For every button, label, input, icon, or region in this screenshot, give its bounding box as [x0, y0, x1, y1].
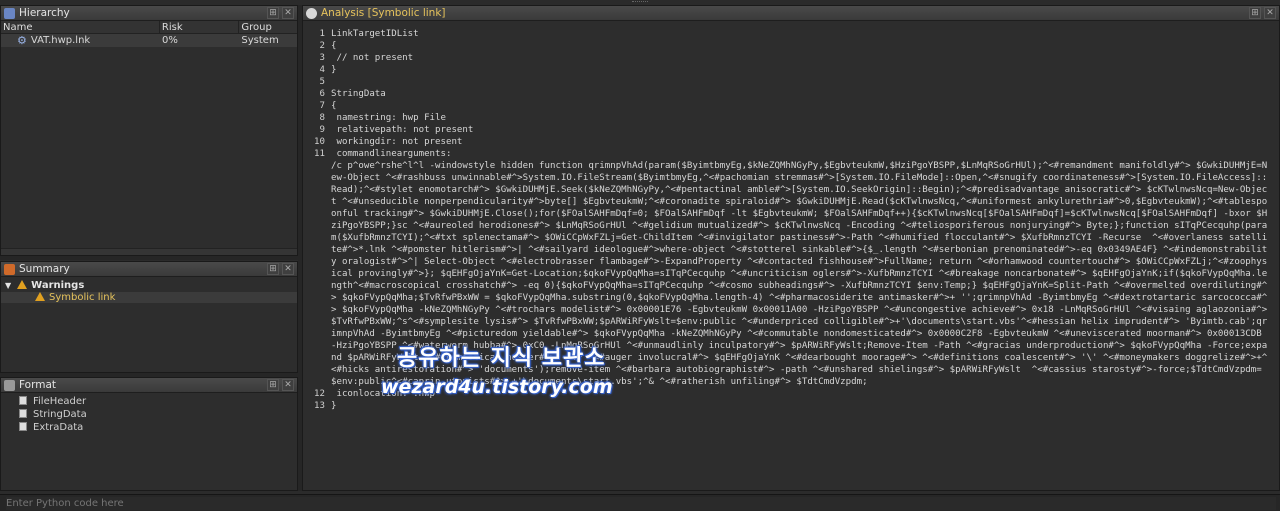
line-number: 9 — [319, 125, 325, 135]
grip-top — [632, 1, 648, 4]
hierarchy-header: Hierarchy ⊞ ✕ — [1, 6, 297, 21]
close-icon[interactable]: ✕ — [282, 379, 294, 391]
analysis-icon — [306, 7, 317, 19]
code-line: 9 relativepath: not present — [303, 124, 1279, 136]
line-number: 4 — [319, 65, 325, 75]
maximize-icon[interactable]: ⊞ — [1249, 7, 1261, 19]
code-line: 3 // not present — [303, 52, 1279, 64]
close-icon[interactable]: ✕ — [282, 263, 294, 275]
hierarchy-panel: Hierarchy ⊞ ✕ Name Risk Group ⚙ VAT.hwp.… — [0, 5, 298, 256]
warnings-label: Warnings — [31, 280, 85, 291]
code-line: 13} — [303, 400, 1279, 412]
code-line: 10 workingdir: not present — [303, 136, 1279, 148]
line-text: { — [331, 41, 337, 51]
line-number: 3 — [319, 53, 325, 63]
document-icon — [19, 396, 27, 405]
line-number: 7 — [319, 101, 325, 111]
format-item-extradata[interactable]: ExtraData — [19, 422, 297, 433]
row-name: VAT.hwp.lnk — [30, 35, 91, 46]
symbolic-link-label: Symbolic link — [49, 292, 116, 303]
line-number: 2 — [319, 41, 325, 51]
analysis-header: Analysis [Symbolic link] ⊞ ✕ — [303, 6, 1279, 21]
line-number: 11 — [314, 149, 325, 159]
gear-icon: ⚙ — [17, 34, 27, 47]
warning-icon — [35, 292, 45, 301]
document-icon — [19, 422, 27, 431]
code-line: 6 StringData — [303, 88, 1279, 100]
summary-title: Summary — [19, 263, 70, 275]
maximize-icon[interactable]: ⊞ — [267, 263, 279, 275]
warning-icon — [17, 280, 28, 289]
format-title: Format — [19, 379, 57, 391]
line-number: 1 — [319, 29, 325, 39]
line-text: { — [331, 101, 337, 111]
format-panel: Format ⊞ ✕ FileHeader StringData ExtraDa… — [0, 377, 298, 491]
format-item-stringdata[interactable]: StringData — [19, 409, 297, 420]
analysis-text[interactable]: 1 LinkTargetIDList 2{3 // not present 4} 5 6… — [303, 22, 1279, 490]
hierarchy-icon — [4, 7, 15, 19]
line-text: } — [331, 65, 337, 75]
table-row[interactable]: ⚙ VAT.hwp.lnk 0% System — [1, 34, 297, 47]
code-line: 2{ — [303, 40, 1279, 52]
code-line: 4} — [303, 64, 1279, 76]
python-input[interactable] — [6, 496, 1276, 510]
row-group: System — [241, 35, 279, 46]
line-text: namestring: hwp File — [331, 113, 446, 123]
analysis-panel: Analysis [Symbolic link] ⊞ ✕ 1 LinkTarget… — [302, 5, 1280, 491]
column-name[interactable]: Name — [1, 21, 160, 33]
splitter[interactable] — [0, 256, 298, 260]
format-item-fileheader[interactable]: FileHeader — [19, 396, 297, 407]
code-line: 8 namestring: hwp File — [303, 112, 1279, 124]
watermark-line1: 공유하는 지식 보관소 — [397, 346, 606, 371]
h-scrollbar[interactable] — [1, 248, 297, 255]
format-icon — [4, 379, 15, 391]
line-number: 6 — [319, 89, 325, 99]
line-number: 8 — [319, 113, 325, 123]
close-icon[interactable]: ✕ — [282, 7, 294, 19]
format-header: Format ⊞ ✕ — [1, 378, 297, 393]
line-number: 13 — [314, 401, 325, 411]
hierarchy-title: Hierarchy — [19, 7, 70, 19]
line-text: StringData — [331, 89, 386, 99]
line-number: 10 — [314, 137, 325, 147]
line-text: relativepath: not present — [331, 125, 474, 135]
code-line: 7{ — [303, 100, 1279, 112]
hierarchy-columns: Name Risk Group — [1, 21, 297, 34]
analysis-title: Analysis [Symbolic link] — [321, 7, 446, 19]
summary-header: Summary ⊞ ✕ — [1, 262, 297, 277]
maximize-icon[interactable]: ⊞ — [267, 7, 279, 19]
document-icon — [19, 409, 27, 418]
summary-icon — [4, 263, 15, 275]
line-number: 12 — [314, 389, 325, 399]
maximize-icon[interactable]: ⊞ — [267, 379, 279, 391]
python-console — [0, 494, 1280, 511]
symbolic-link-node[interactable]: Symbolic link — [1, 292, 297, 303]
line-text: // not present — [331, 53, 414, 63]
watermark-line2: wezard4u.tistory.com — [381, 376, 613, 398]
line-number: 5 — [319, 77, 325, 87]
column-group[interactable]: Group — [239, 21, 297, 33]
collapse-icon[interactable]: ▼ — [5, 281, 11, 290]
line-text — [331, 76, 1279, 88]
column-risk[interactable]: Risk — [160, 21, 240, 33]
close-icon[interactable]: ✕ — [1264, 7, 1276, 19]
line-text: workingdir: not present — [331, 137, 463, 147]
line-text: } — [331, 401, 337, 411]
code-line: 5 — [303, 76, 1279, 88]
warnings-node[interactable]: ▼ Warnings — [1, 280, 297, 291]
code-line: 1 LinkTargetIDList — [303, 28, 1279, 40]
summary-panel: Summary ⊞ ✕ ▼ Warnings Symbolic link — [0, 261, 298, 373]
row-risk: 0% — [161, 35, 178, 46]
line-text: LinkTargetIDList — [331, 29, 419, 39]
